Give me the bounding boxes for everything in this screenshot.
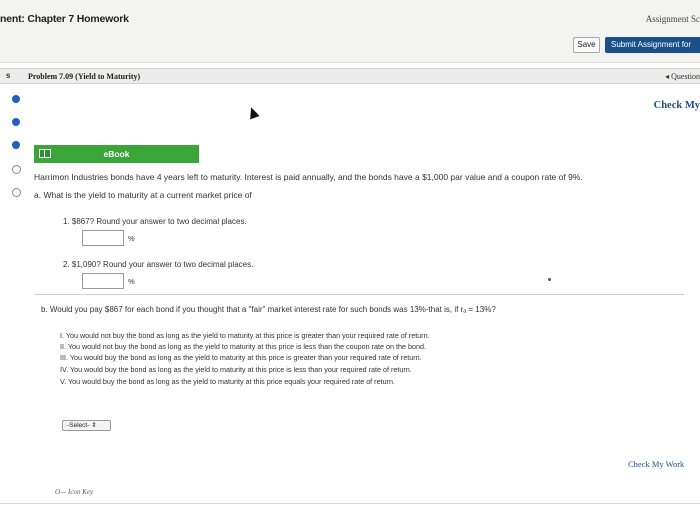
top-bar: nent: Chapter 7 Homework Assignment Sc S… <box>0 0 700 63</box>
problem-status-mark: s <box>6 71 11 80</box>
answer-input-2[interactable] <box>82 273 124 289</box>
bottom-divider <box>0 503 700 504</box>
assignment-score: Assignment Sc <box>645 14 700 24</box>
check-my-work-link-top[interactable]: Check My <box>654 100 700 111</box>
part-a-question: a. What is the yield to maturity at a cu… <box>34 190 252 200</box>
ebook-label: eBook <box>103 149 130 159</box>
icon-key-link[interactable]: O— Icon Key <box>55 488 93 496</box>
part-b-question: b. Would you pay $867 for each bond if y… <box>41 305 496 314</box>
percent-sign-2: % <box>128 277 135 286</box>
ebook-button[interactable]: eBook <box>34 145 199 163</box>
submit-assignment-button[interactable]: Submit Assignment for <box>605 37 700 53</box>
nav-ring-1[interactable] <box>12 165 21 174</box>
nav-ring-2[interactable] <box>12 188 21 197</box>
sub-question-1: 1. $867? Round your answer to two decima… <box>63 217 247 226</box>
answer-input-1[interactable] <box>82 230 124 246</box>
option-2: II. You would not buy the bond as long a… <box>60 342 426 351</box>
nav-dot-1[interactable] <box>12 95 20 103</box>
option-4: IV. You would buy the bond as long as th… <box>60 365 412 374</box>
nav-dot-2[interactable] <box>12 118 20 126</box>
option-5: V. You would buy the bond as long as the… <box>60 377 395 386</box>
section-divider <box>34 294 684 295</box>
problem-intro: Harrimon Industries bonds have 4 years l… <box>34 172 583 182</box>
homework-title: nent: Chapter 7 Homework <box>0 13 129 25</box>
option-1: I. You would not buy the bond as long as… <box>60 331 430 340</box>
question-nav-link[interactable]: ◂ Question <box>665 72 700 81</box>
answer-select-dropdown[interactable]: -Select- ⇕ <box>62 420 111 431</box>
problem-title: Problem 7.09 (Yield to Maturity) <box>28 72 141 81</box>
check-my-work-link-bottom[interactable]: Check My Work <box>628 459 684 469</box>
option-3: III. You would buy the bond as long as t… <box>60 353 422 362</box>
problem-bar: s Problem 7.09 (Yield to Maturity) ◂ Que… <box>0 68 700 84</box>
book-icon <box>39 149 51 158</box>
percent-sign-1: % <box>128 234 135 243</box>
nav-dot-3[interactable] <box>12 141 20 149</box>
stray-dot <box>548 278 551 281</box>
save-button[interactable]: Save <box>573 37 600 53</box>
mouse-cursor-icon <box>246 105 260 120</box>
sub-question-2: 2. $1,090? Round your answer to two deci… <box>63 260 254 269</box>
